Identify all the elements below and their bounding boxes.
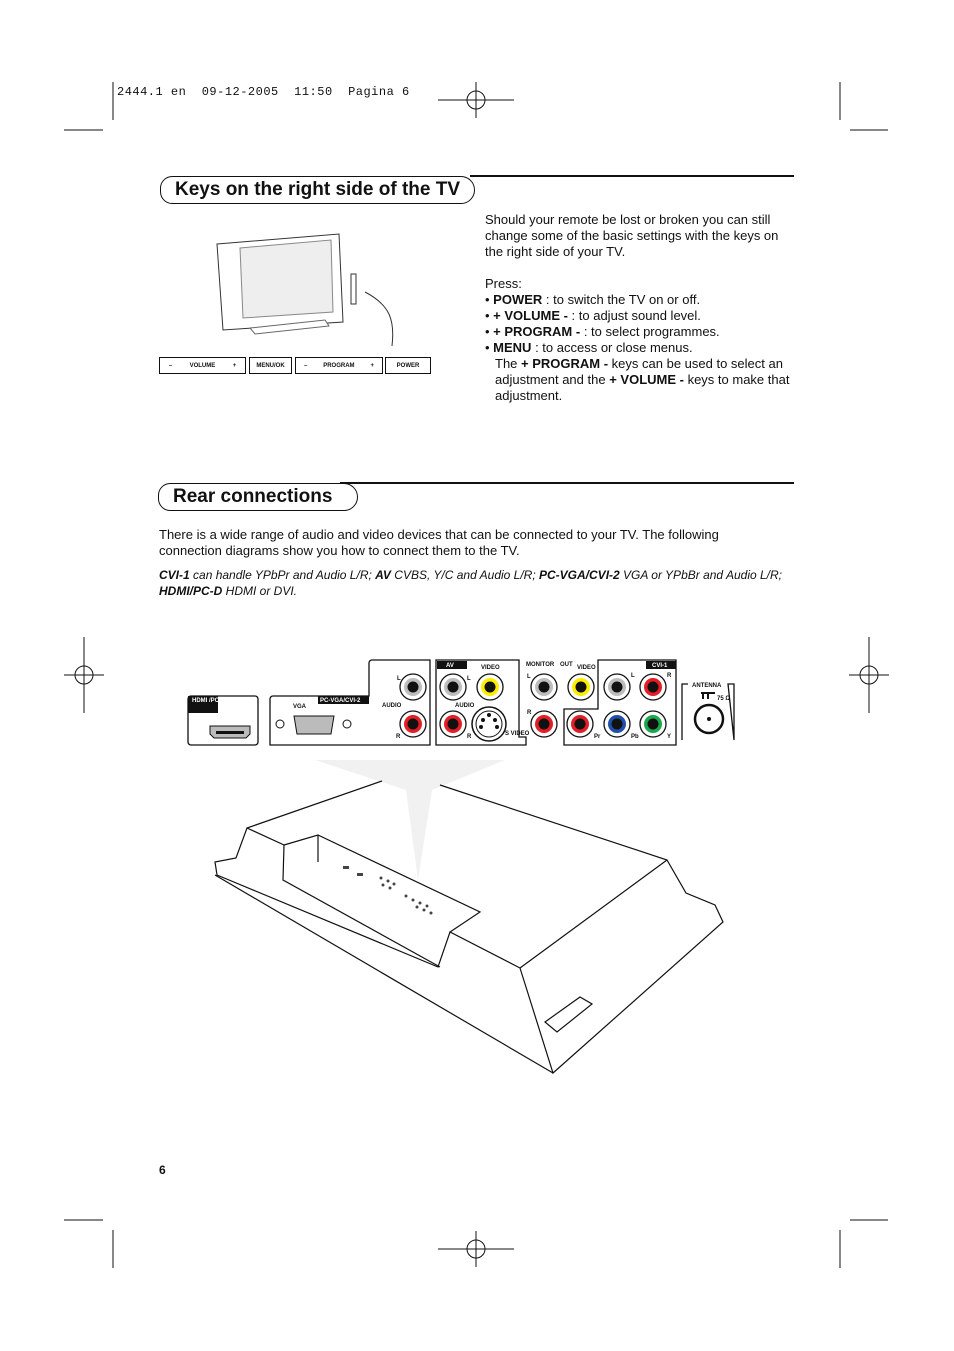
page-number: 6 (159, 1163, 166, 1177)
s-video-jack (471, 706, 507, 742)
panel-label-monitor: MONITOR (526, 662, 555, 668)
audio-r-jack (399, 710, 427, 738)
panel-label-l: L (631, 673, 635, 679)
panel-label-l: L (397, 676, 401, 682)
monitor-video-jack (567, 673, 595, 701)
panel-label-pb: Pb (631, 734, 639, 740)
panel-label-y: Y (667, 734, 671, 740)
tv-rear-illustration (214, 780, 724, 1075)
audio-l-jack (399, 673, 427, 701)
av-audio-r-jack (439, 710, 467, 738)
panel-label-audio: AUDIO (455, 703, 475, 709)
panel-label-l: L (527, 674, 531, 680)
cvi-pb-jack (603, 710, 631, 738)
av-audio-l-jack (439, 673, 467, 701)
av-video-jack (476, 673, 504, 701)
cvi-pr-jack (566, 710, 594, 738)
cvi-y-jack (639, 710, 667, 738)
panel-label-ohm: 75 Ω (717, 696, 730, 702)
panel-label-av: AV (446, 663, 454, 669)
panel-label-l: L (467, 676, 471, 682)
panel-label-hdmi: HDMI /PC-D (192, 698, 226, 704)
panel-label-r: R (467, 734, 472, 740)
vga-port (293, 715, 335, 735)
panel-label-pcvga: PC-VGA/CVI-2 (320, 698, 361, 704)
panel-label-r: R (667, 673, 672, 679)
rear-connector-panel: HDMI /PC-D PC-VGA/CVI-2 VGA AUDIO L R AV VIDEO L… (187, 659, 735, 1075)
panel-label-cvi1: CVI-1 (652, 663, 668, 669)
panel-label-audio: AUDIO (382, 703, 402, 709)
cvi-l-jack (603, 673, 631, 701)
panel-label-r: R (396, 734, 401, 740)
panel-label-video: VIDEO (577, 665, 596, 671)
monitor-l-jack (530, 673, 558, 701)
panel-label-vga: VGA (293, 704, 307, 710)
cvi-r-jack (639, 673, 667, 701)
panel-label-svideo: S VIDEO (505, 731, 530, 737)
panel-label-r: R (527, 710, 532, 716)
manual-page: 2444.1 en 09-12-2005 11:50 Pagina 6 Keys… (0, 0, 954, 1351)
monitor-r-jack (530, 710, 558, 738)
panel-label-antenna: ANTENNA (692, 683, 722, 689)
panel-label-out: OUT (560, 662, 573, 668)
panel-label-pr: Pr (594, 734, 601, 740)
panel-label-video: VIDEO (481, 665, 500, 671)
